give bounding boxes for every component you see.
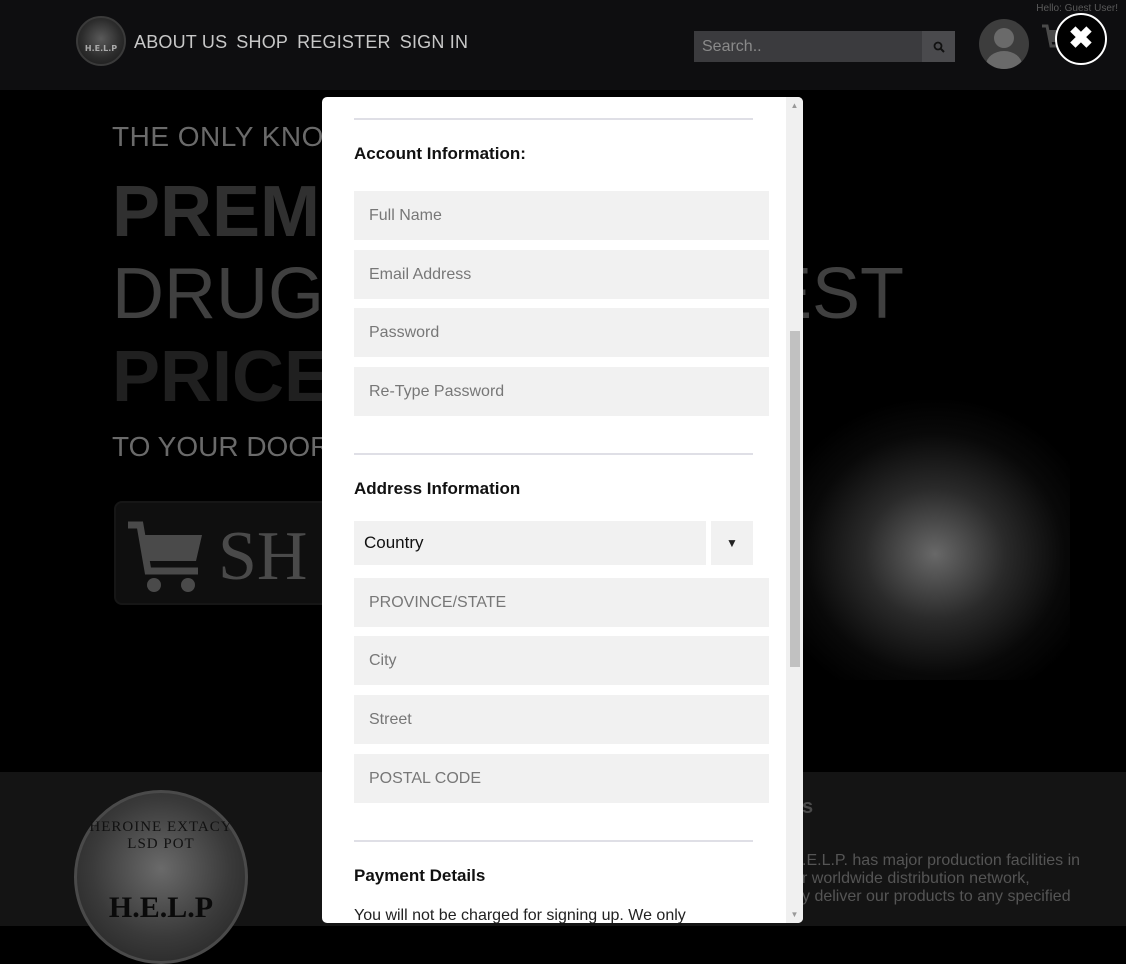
logo-text: H.E.L.P bbox=[84, 44, 118, 53]
divider bbox=[354, 118, 753, 120]
retype-password-field[interactable] bbox=[354, 367, 769, 416]
close-modal-button[interactable]: ✖ bbox=[1055, 13, 1107, 65]
hero-line-3: PRICE bbox=[112, 337, 333, 417]
payment-note: You will not be charged for signing up. … bbox=[354, 907, 686, 923]
scroll-thumb[interactable] bbox=[790, 331, 800, 667]
hero-line-2-text: DRUG bbox=[112, 254, 324, 334]
shop-button-label: SH bbox=[218, 518, 308, 595]
chevron-down-icon: ▼ bbox=[726, 536, 738, 550]
footer-logo-ring-text: HEROINE EXTACY LSD POT bbox=[89, 819, 233, 852]
scroll-up-arrow-icon[interactable]: ▲ bbox=[786, 97, 803, 114]
nav-register[interactable]: REGISTER bbox=[297, 32, 391, 53]
postal-code-field[interactable] bbox=[354, 754, 769, 803]
nav-sign-in[interactable]: SIGN IN bbox=[400, 32, 468, 53]
site-header: H.E.L.P ABOUT US SHOP REGISTER SIGN IN H… bbox=[0, 0, 1126, 90]
footer-text-line: y deliver our products to any specified bbox=[802, 888, 1071, 905]
address-section-title: Address Information bbox=[354, 479, 521, 498]
email-field[interactable] bbox=[354, 250, 769, 299]
divider bbox=[354, 453, 753, 455]
register-modal: Account Information: Address Information… bbox=[322, 97, 803, 923]
nav-about-us[interactable]: ABOUT US bbox=[134, 32, 227, 53]
footer-text: .E.L.P. has major production facilities … bbox=[802, 852, 1102, 906]
footer-text-line: .E.L.P. has major production facilities … bbox=[802, 852, 1081, 869]
main-nav: ABOUT US SHOP REGISTER SIGN IN bbox=[134, 32, 468, 53]
street-field[interactable] bbox=[354, 695, 769, 744]
user-icon bbox=[986, 28, 1022, 69]
scroll-down-arrow-icon[interactable]: ▼ bbox=[786, 906, 803, 923]
payment-section-title: Payment Details bbox=[354, 866, 486, 885]
hero-line-1: PREM bbox=[112, 172, 321, 252]
province-field[interactable] bbox=[354, 578, 769, 627]
country-dropdown-button[interactable]: ▼ bbox=[711, 521, 753, 565]
nav-shop[interactable]: SHOP bbox=[236, 32, 288, 53]
close-icon: ✖ bbox=[1068, 22, 1094, 55]
search-button[interactable] bbox=[922, 31, 955, 62]
account-section-title: Account Information: bbox=[354, 144, 526, 163]
hero-subtitle-bottom: TO YOUR DOOR bbox=[112, 431, 331, 462]
city-field[interactable] bbox=[354, 636, 769, 685]
footer-logo-text: H.E.L.P bbox=[108, 891, 214, 924]
search-icon bbox=[933, 41, 945, 53]
footer-logo: HEROINE EXTACY LSD POT H.E.L.P bbox=[74, 790, 248, 964]
footer-heading: s bbox=[802, 796, 814, 818]
country-select-value: Country bbox=[364, 533, 424, 552]
cart-icon bbox=[128, 521, 202, 592]
country-select[interactable]: Country bbox=[354, 521, 706, 565]
site-logo[interactable]: H.E.L.P bbox=[76, 16, 126, 66]
full-name-field[interactable] bbox=[354, 191, 769, 240]
modal-scrollbar[interactable]: ▲ ▼ bbox=[786, 97, 803, 923]
powder-image bbox=[770, 400, 1070, 680]
password-field[interactable] bbox=[354, 308, 769, 357]
footer-text-line: r worldwide distribution network, bbox=[802, 870, 1030, 887]
hero-subtitle-top-text: THE ONLY KNO bbox=[112, 121, 324, 152]
divider bbox=[354, 840, 753, 842]
search-input[interactable] bbox=[694, 31, 922, 62]
user-avatar[interactable] bbox=[979, 19, 1029, 69]
